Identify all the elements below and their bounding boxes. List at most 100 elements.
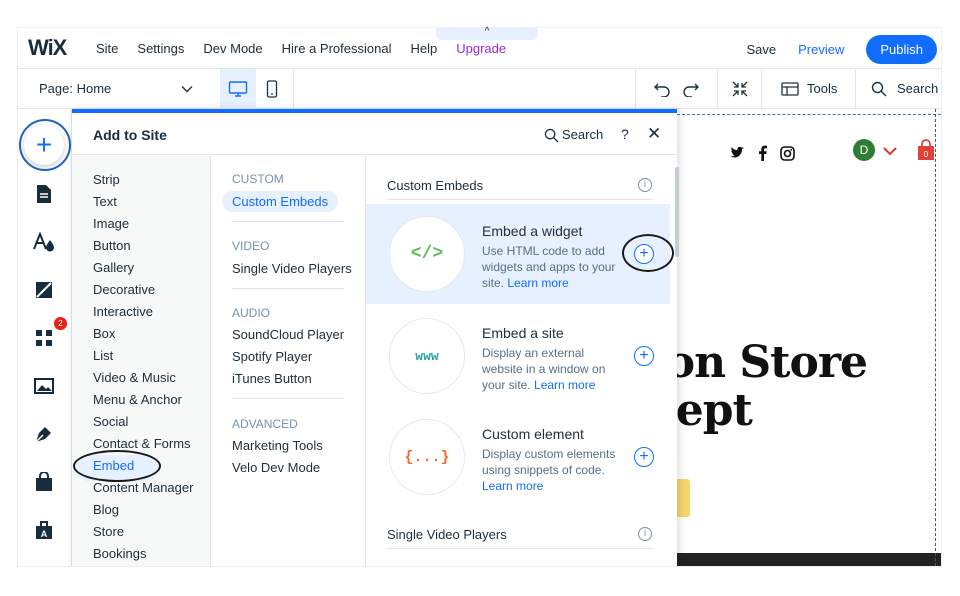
- section-title: Custom Embeds: [387, 178, 484, 193]
- category-item[interactable]: Button: [93, 238, 131, 253]
- category-list: Strip Text Image Button Gallery Decorati…: [72, 156, 211, 566]
- zoom-out-icon[interactable]: [731, 80, 749, 98]
- card-description: Use HTML code to add widgets and apps to…: [482, 243, 622, 291]
- menu-settings[interactable]: Settings: [137, 41, 184, 56]
- cart-icon[interactable]: 0: [917, 139, 935, 161]
- menu-dev-mode[interactable]: Dev Mode: [203, 41, 262, 56]
- category-item[interactable]: Content Manager: [93, 480, 193, 495]
- store-button[interactable]: [29, 467, 59, 497]
- menu-upgrade[interactable]: Upgrade: [456, 41, 506, 56]
- menu-site[interactable]: Site: [96, 41, 118, 56]
- category-item[interactable]: List: [93, 348, 113, 363]
- toolbar-divider: [761, 69, 762, 109]
- category-item[interactable]: Blog: [93, 502, 119, 517]
- desktop-view-button[interactable]: [220, 69, 256, 109]
- subcategory-item[interactable]: iTunes Button: [232, 371, 312, 386]
- learn-more-link[interactable]: Learn more: [482, 479, 543, 493]
- design-button[interactable]: [29, 227, 59, 257]
- tools-icon[interactable]: [781, 81, 799, 97]
- subcategory-item[interactable]: Single Video Players: [232, 261, 352, 276]
- learn-more-link[interactable]: Learn more: [507, 276, 568, 290]
- toolbar-divider: [293, 69, 294, 109]
- category-item[interactable]: Contact & Forms: [93, 436, 191, 451]
- facebook-icon[interactable]: [758, 145, 767, 161]
- section-header-custom: CUSTOM: [232, 172, 284, 186]
- custom-element-card[interactable]: {...} Custom element Display custom elem…: [366, 407, 670, 507]
- panel-search-button[interactable]: Search: [562, 127, 603, 142]
- toolbar-search-button[interactable]: Search: [897, 81, 938, 96]
- image-icon: [34, 378, 54, 394]
- portfolio-button[interactable]: A: [29, 515, 59, 545]
- undo-icon[interactable]: [653, 81, 671, 97]
- category-item[interactable]: Store: [93, 524, 124, 539]
- embed-site-card[interactable]: www Embed a site Display an external web…: [366, 306, 670, 406]
- pen-icon: [35, 427, 51, 443]
- subcategory-item[interactable]: SoundCloud Player: [232, 327, 344, 342]
- search-icon[interactable]: [871, 81, 887, 97]
- chevron-down-icon[interactable]: [181, 83, 193, 95]
- media-button[interactable]: [29, 371, 59, 401]
- scrollbar[interactable]: [675, 167, 679, 257]
- tools-button[interactable]: Tools: [807, 81, 837, 96]
- save-button[interactable]: Save: [746, 42, 776, 57]
- pages-button[interactable]: [29, 179, 59, 209]
- braces-icon: {...}: [389, 419, 465, 495]
- search-icon[interactable]: [544, 128, 559, 143]
- help-icon[interactable]: ?: [621, 126, 629, 142]
- mobile-view-button[interactable]: [254, 69, 290, 109]
- category-item[interactable]: Box: [93, 326, 115, 341]
- page-icon: [37, 185, 51, 203]
- card-description: Display custom elements using snippets o…: [482, 446, 622, 494]
- category-item[interactable]: Video & Music: [93, 370, 176, 385]
- background-button[interactable]: [29, 275, 59, 305]
- editor-window: WiX Site Settings Dev Mode Hire a Profes…: [18, 28, 941, 566]
- publish-button[interactable]: Publish: [866, 35, 937, 64]
- menu-hire-professional[interactable]: Hire a Professional: [282, 41, 392, 56]
- embed-widget-card[interactable]: </> Embed a widget Use HTML code to add …: [366, 204, 674, 304]
- category-item[interactable]: Image: [93, 216, 129, 231]
- menu-help[interactable]: Help: [410, 41, 437, 56]
- avatar[interactable]: D: [853, 139, 875, 161]
- page-selector[interactable]: Page: Home: [39, 81, 111, 96]
- info-icon[interactable]: i: [638, 527, 652, 541]
- close-icon[interactable]: ✕: [647, 124, 661, 144]
- divider: [232, 221, 344, 222]
- divider: [387, 199, 653, 200]
- panel-title: Add to Site: [93, 127, 167, 143]
- chevron-down-icon[interactable]: [883, 146, 897, 156]
- category-item[interactable]: Bookings: [93, 546, 146, 561]
- category-item[interactable]: Gallery: [93, 260, 134, 275]
- subcategory-item[interactable]: Velo Dev Mode: [232, 460, 320, 475]
- redo-icon[interactable]: [682, 81, 700, 97]
- wix-logo[interactable]: WiX: [28, 35, 88, 61]
- top-actions: Save Preview Publish: [746, 35, 937, 64]
- subcategory-item[interactable]: Marketing Tools: [232, 438, 323, 453]
- category-item[interactable]: Interactive: [93, 304, 153, 319]
- subcategory-item[interactable]: Spotify Player: [232, 349, 312, 364]
- apps-grid-icon: [36, 330, 52, 346]
- footer-strip: [677, 553, 941, 566]
- mobile-icon: [266, 80, 278, 98]
- twitter-icon[interactable]: [729, 146, 745, 160]
- category-item[interactable]: Text: [93, 194, 117, 209]
- category-item[interactable]: Strip: [93, 172, 120, 187]
- category-item[interactable]: Decorative: [93, 282, 155, 297]
- info-icon[interactable]: i: [638, 178, 652, 192]
- category-item[interactable]: Social: [93, 414, 128, 429]
- add-element-button[interactable]: +: [634, 447, 654, 467]
- preview-button[interactable]: Preview: [798, 42, 844, 57]
- collapse-tab[interactable]: ^: [436, 27, 538, 40]
- apps-badge: 2: [54, 317, 67, 330]
- highlight-circle: [622, 234, 674, 272]
- category-item[interactable]: Menu & Anchor: [93, 392, 182, 407]
- background-icon: [36, 282, 52, 298]
- instagram-icon[interactable]: [780, 146, 795, 161]
- blog-button[interactable]: [29, 419, 59, 449]
- toolbar-divider: [855, 69, 856, 109]
- learn-more-link[interactable]: Learn more: [534, 378, 595, 392]
- page-value: Home: [76, 81, 112, 96]
- add-site-button[interactable]: +: [634, 346, 654, 366]
- add-to-site-panel: Add to Site Search ? ✕ Strip Text Image …: [72, 109, 679, 566]
- subcategory-selected[interactable]: Custom Embeds: [222, 191, 339, 212]
- highlight-circle: [19, 119, 71, 171]
